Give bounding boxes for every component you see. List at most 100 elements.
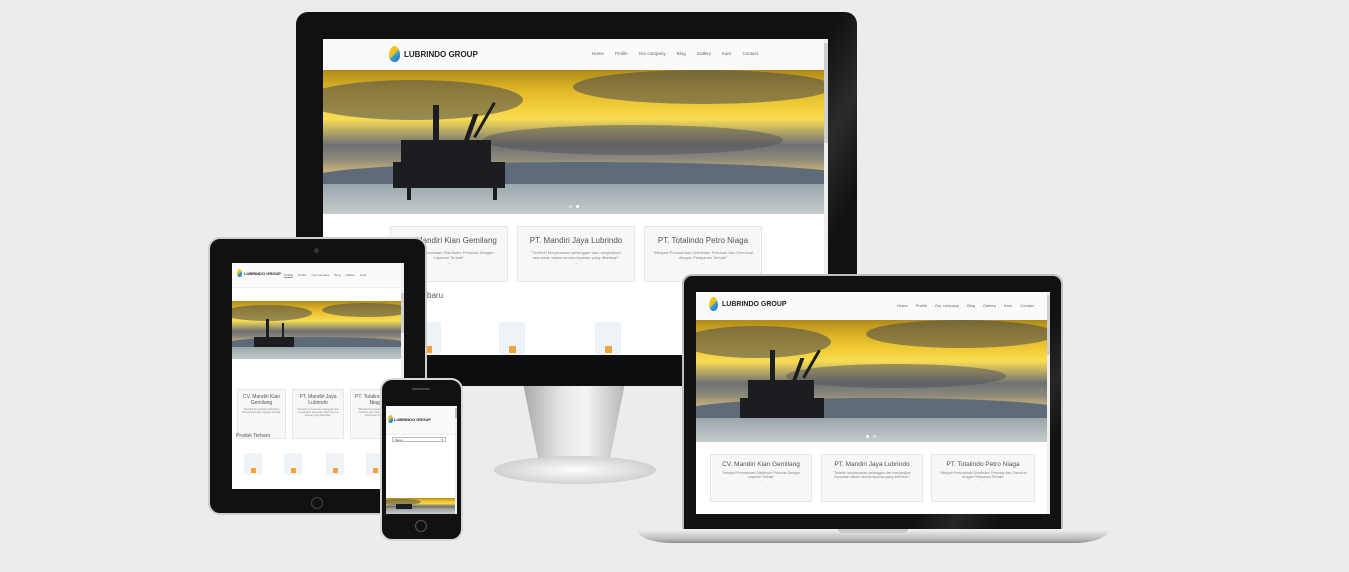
monitor-stand	[523, 386, 625, 458]
card-more[interactable]: ...	[518, 260, 634, 265]
tablet-logo[interactable]: LUBRINDO GROUP	[237, 269, 281, 277]
card-title: PT. Mandiri Jaya Lubrindo	[834, 461, 910, 468]
phone-menu-label: Menu	[395, 438, 403, 442]
hero-cloud	[232, 305, 312, 321]
nav-item-our-company[interactable]: Our company	[639, 51, 666, 56]
laptop-nav: Home Profile Our company Blog Gallery Ka…	[897, 303, 1034, 308]
chevron-down-icon: ▾	[441, 438, 443, 442]
desktop-site-header: LUBRINDO GROUP Home Profile Our company …	[323, 39, 828, 71]
card-more[interactable]: ...	[822, 479, 922, 483]
tablet-section-title: Produk Terbaru	[236, 433, 271, 439]
nav-item-karir[interactable]: Karir	[360, 273, 366, 278]
product-thumb[interactable]	[499, 322, 525, 355]
nav-item-profile[interactable]: Profile	[615, 51, 628, 56]
nav-item-contact[interactable]: Contact	[1020, 303, 1034, 308]
nav-item-profile[interactable]: Profile	[298, 273, 307, 278]
nav-item-karir[interactable]: Karir	[1004, 303, 1012, 308]
hero-cloud	[483, 125, 783, 155]
card-more[interactable]: ...	[711, 479, 811, 483]
hero-cloud	[786, 364, 1006, 388]
tablet-home-button[interactable]	[311, 497, 323, 509]
nav-item-blog[interactable]: Blog	[677, 51, 686, 56]
phone-brand-name: LUBRINDO GROUP	[394, 416, 431, 422]
laptop-card-2[interactable]: PT. Mandiri Jaya Lubrindo "Terlebih keny…	[821, 454, 923, 502]
nav-item-home[interactable]: Home	[897, 303, 908, 308]
logo-drop-icon	[237, 269, 242, 277]
oil-rig	[748, 380, 814, 398]
laptop-logo[interactable]: LUBRINDO GROUP	[709, 297, 787, 311]
laptop-hero-slider[interactable]	[696, 320, 1050, 442]
card-more[interactable]: ...	[645, 260, 761, 265]
hero-cloud	[866, 320, 1050, 348]
logo-drop-icon	[388, 415, 393, 423]
monitor-base	[494, 456, 656, 484]
card-title: PT. Totalindo Petro Niaga	[946, 461, 1020, 468]
product-thumb[interactable]	[326, 453, 344, 475]
nav-item-home[interactable]: HOME	[284, 273, 293, 278]
phone-device: LUBRINDO GROUP Menu ▾	[380, 378, 463, 541]
card-text: "Terlebih kenyamanan pelanggan dan menja…	[297, 408, 339, 417]
laptop-site-header: LUBRINDO GROUP Home Profile Our company …	[696, 292, 1050, 321]
hero-cloud	[323, 80, 523, 120]
nav-item-our-company[interactable]: Our company	[935, 303, 959, 308]
oil-rig	[740, 398, 824, 418]
nav-item-karir[interactable]: Karir	[722, 51, 732, 56]
slider-dot-active[interactable]	[866, 435, 869, 438]
nav-item-home[interactable]: Home	[592, 51, 604, 56]
phone-menu-select[interactable]: Menu ▾	[392, 437, 446, 442]
oil-rig	[396, 504, 412, 509]
tablet-nav: HOME Profile Our company Blog Gallery Ka…	[284, 273, 366, 278]
nav-item-our-company[interactable]: Our company	[312, 273, 330, 278]
hero-cloud	[696, 326, 831, 358]
card-text: "Menjadi Perusahaan Distributor Pelumas …	[939, 471, 1027, 479]
phone-logo[interactable]: LUBRINDO GROUP	[388, 415, 431, 423]
laptop-notch	[838, 529, 908, 533]
logo-drop-icon	[389, 46, 400, 62]
oil-rig	[393, 162, 505, 188]
desktop-logo[interactable]: LUBRINDO GROUP	[389, 46, 478, 62]
slider-dots[interactable]	[569, 205, 579, 208]
desktop-card-2[interactable]: PT. Mandiri Jaya Lubrindo "Terlebih keny…	[517, 226, 635, 282]
desktop-hero-slider[interactable]	[323, 70, 828, 214]
laptop-scrollbar[interactable]	[1047, 292, 1050, 514]
phone-scrollbar[interactable]	[455, 406, 457, 514]
slider-dot[interactable]	[569, 205, 572, 208]
hero-sea	[386, 509, 457, 514]
product-thumb[interactable]	[284, 453, 302, 475]
nav-item-contact[interactable]: Contact	[742, 51, 758, 56]
nav-item-gallery[interactable]: Gallery	[983, 303, 996, 308]
phone-site-header: LUBRINDO GROUP	[386, 406, 457, 435]
phone-home-button[interactable]	[415, 520, 427, 532]
slider-dots[interactable]	[866, 435, 876, 438]
nav-item-profile[interactable]: Profile	[916, 303, 927, 308]
oil-rig	[266, 319, 269, 339]
product-thumb[interactable]	[244, 453, 262, 475]
card-text: "Terlebih kenyamanan pelanggan dan menja…	[531, 250, 621, 260]
slider-dot[interactable]	[873, 435, 876, 438]
product-thumb[interactable]	[595, 322, 621, 355]
tablet-card-1[interactable]: CV. Mandiri Kian Gemilang "Menjadi Perus…	[237, 389, 286, 439]
laptop-card-3[interactable]: PT. Totalindo Petro Niaga "Menjadi Perus…	[931, 454, 1035, 502]
slider-dot-active[interactable]	[576, 205, 579, 208]
tablet-card-2[interactable]: PT. Mandiri Jaya Lubrindo "Terlebih keny…	[292, 389, 344, 439]
card-title: CV. Mandiri Kian Gemilang	[242, 394, 281, 406]
oil-rig	[254, 337, 294, 347]
nav-item-blog[interactable]: Blog	[335, 273, 341, 278]
laptop-card-1[interactable]: CV. Mandiri Kian Gemilang "Menjadi Perus…	[710, 454, 812, 502]
tablet-hero-slider[interactable]	[232, 301, 404, 359]
logo-drop-icon	[709, 297, 718, 311]
phone-hero-slider[interactable]	[386, 498, 457, 514]
hero-sea	[323, 184, 828, 214]
tablet-screen: LUBRINDO GROUP HOME Profile Our company …	[232, 263, 404, 489]
nav-item-blog[interactable]: Blog	[967, 303, 975, 308]
desktop-section-title: baru	[427, 291, 444, 300]
card-more[interactable]: ...	[932, 479, 1034, 483]
nav-item-gallery[interactable]: Gallery	[697, 51, 711, 56]
card-title: CV. Mandiri Kian Gemilang	[722, 461, 800, 468]
tablet-camera	[314, 248, 319, 253]
nav-item-gallery[interactable]: Gallery	[346, 273, 356, 278]
hero-sea	[696, 418, 1050, 442]
oil-rig	[282, 323, 284, 339]
oil-rig	[407, 188, 411, 200]
card-title: PT. Totalindo Petro Niaga	[657, 236, 749, 245]
